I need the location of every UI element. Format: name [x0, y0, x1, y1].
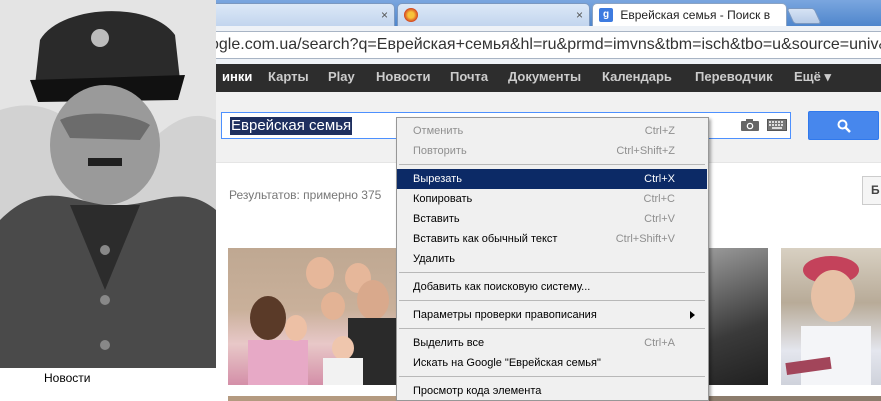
- camera-icon[interactable]: [740, 118, 760, 132]
- menu-item-cut[interactable]: Вырезать Ctrl+X: [397, 169, 707, 189]
- portrait-caption: Новости: [44, 371, 91, 385]
- nav-item-documents[interactable]: Документы: [508, 69, 581, 84]
- nav-item-translate[interactable]: Переводчик: [695, 69, 773, 84]
- menu-item-label: Искать на Google "Еврейская семья": [413, 357, 601, 369]
- menu-separator: [399, 300, 705, 301]
- menu-item-label: Параметры проверки правописания: [413, 309, 597, 321]
- image-result-bw-photo[interactable]: [706, 248, 768, 385]
- menu-item-paste-plain[interactable]: Вставить как обычный текст Ctrl+Shift+V: [397, 229, 707, 249]
- menu-separator: [399, 328, 705, 329]
- tab-google-search[interactable]: g Еврейская семья - Поиск в: [592, 3, 787, 26]
- search-button[interactable]: [808, 111, 879, 140]
- nav-item-play[interactable]: Play: [328, 69, 355, 84]
- menu-item-label: Отменить: [413, 125, 464, 137]
- menu-item-shortcut: Ctrl+C: [643, 193, 675, 205]
- nav-item-news[interactable]: Новости: [376, 69, 431, 84]
- menu-item-select-all[interactable]: Выделить все Ctrl+A: [397, 333, 707, 353]
- site-favicon-icon: [404, 7, 418, 22]
- menu-item-label: Удалить: [413, 253, 455, 265]
- menu-item-label: Добавить как поисковую систему...: [413, 281, 591, 293]
- menu-item-delete[interactable]: Удалить: [397, 249, 707, 269]
- menu-item-shortcut: Ctrl+Z: [644, 125, 675, 137]
- menu-item-label: Вставить: [413, 213, 460, 225]
- submenu-arrow-icon: [690, 311, 695, 319]
- menu-item-label: Копировать: [413, 193, 473, 205]
- menu-item-paste[interactable]: Вставить Ctrl+V: [397, 209, 707, 229]
- menu-item-spellcheck-options[interactable]: Параметры проверки правописания: [397, 305, 707, 325]
- tab-close-icon[interactable]: ×: [381, 4, 388, 26]
- tab-label: Еврейская семья - Поиск в: [620, 8, 771, 22]
- menu-item-label: Вырезать: [413, 173, 462, 185]
- tab-second[interactable]: ×: [397, 3, 590, 26]
- search-icon: [837, 119, 851, 133]
- nav-item-calendar[interactable]: Календарь: [602, 69, 672, 84]
- menu-item-inspect-element[interactable]: Просмотр кода элемента: [397, 381, 707, 401]
- nav-item-images[interactable]: инки: [222, 69, 252, 84]
- results-stats: Результатов: примерно 375: [229, 188, 382, 202]
- nav-item-more[interactable]: Ещё ▾: [794, 69, 831, 85]
- search-query-text[interactable]: Еврейская семья: [230, 117, 353, 135]
- menu-item-label: Просмотр кода элемента: [413, 385, 542, 397]
- portrait-caption-area: [0, 368, 216, 401]
- boy-photo-image: [785, 256, 871, 385]
- google-favicon-icon: g: [599, 7, 613, 22]
- menu-item-label: Выделить все: [413, 337, 485, 349]
- keyboard-icon[interactable]: [767, 119, 787, 131]
- side-button[interactable]: Б: [862, 176, 881, 205]
- menu-item-copy[interactable]: Копировать Ctrl+C: [397, 189, 707, 209]
- menu-item-undo[interactable]: Отменить Ctrl+Z: [397, 121, 707, 141]
- menu-item-shortcut: Ctrl+A: [644, 337, 675, 349]
- menu-item-search-google[interactable]: Искать на Google "Еврейская семья": [397, 353, 707, 373]
- url-text[interactable]: ogle.com.ua/search?q=Еврейская+семья&hl=…: [210, 36, 881, 54]
- image-result-row2-b[interactable]: [706, 396, 881, 401]
- overlay-portrait-photo: [0, 0, 216, 368]
- menu-separator: [399, 272, 705, 273]
- menu-item-label: Повторить: [413, 145, 467, 157]
- menu-item-shortcut: Ctrl+Shift+V: [615, 233, 675, 245]
- menu-item-shortcut: Ctrl+X: [644, 173, 675, 185]
- portrait-image: [0, 0, 216, 368]
- menu-item-redo[interactable]: Повторить Ctrl+Shift+Z: [397, 141, 707, 161]
- menu-separator: [399, 376, 705, 377]
- menu-item-add-search-engine[interactable]: Добавить как поисковую систему...: [397, 277, 707, 297]
- image-result-boy[interactable]: [781, 248, 881, 385]
- menu-item-shortcut: Ctrl+Shift+Z: [616, 145, 675, 157]
- nav-item-mail[interactable]: Почта: [450, 69, 488, 84]
- nav-item-maps[interactable]: Карты: [268, 69, 309, 84]
- tab-close-icon[interactable]: ×: [576, 4, 583, 26]
- menu-item-shortcut: Ctrl+V: [644, 213, 675, 225]
- menu-item-label: Вставить как обычный текст: [413, 233, 558, 245]
- menu-separator: [399, 164, 705, 165]
